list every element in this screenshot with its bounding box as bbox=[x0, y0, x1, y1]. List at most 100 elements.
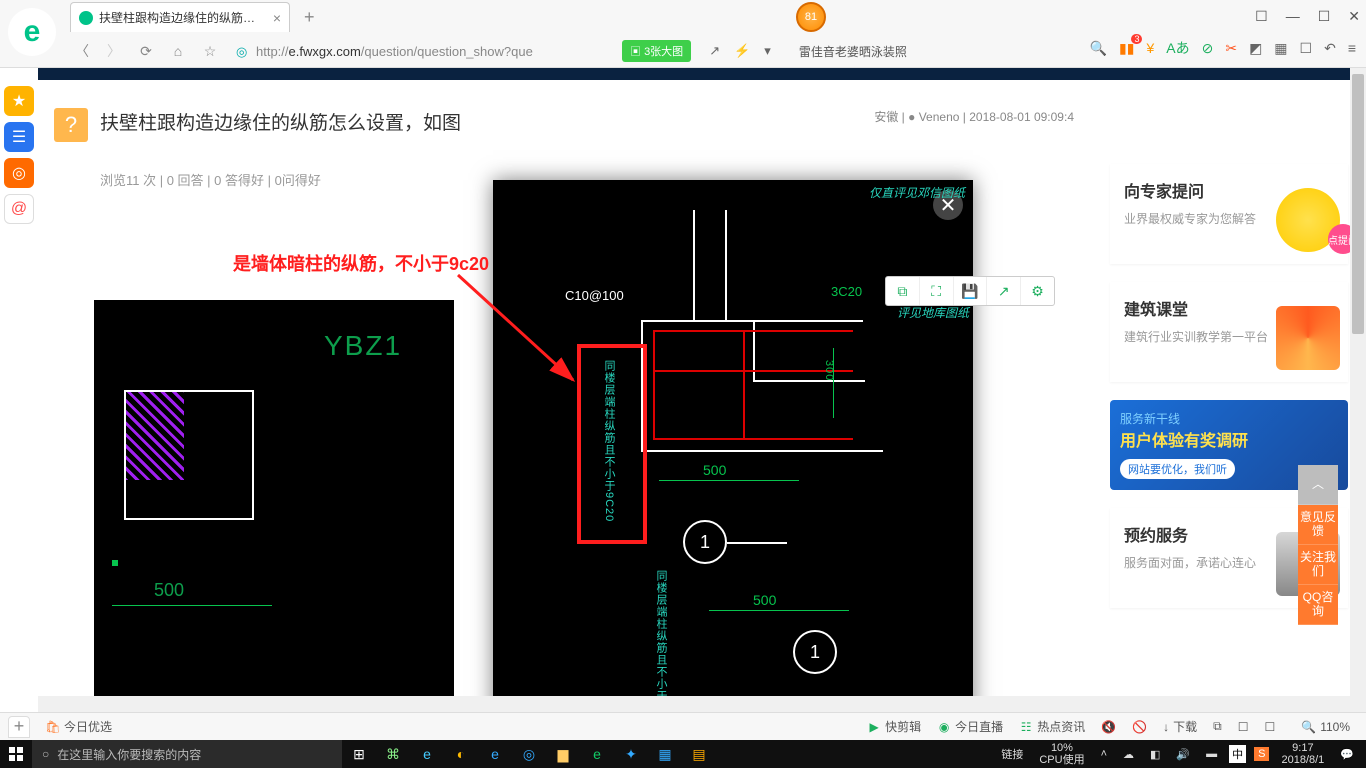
minimize-icon[interactable]: — bbox=[1286, 8, 1300, 25]
action-center-icon[interactable]: 💬 bbox=[1336, 748, 1358, 761]
reload-button[interactable]: ⟳ bbox=[134, 39, 158, 63]
browser-logo[interactable]: e bbox=[8, 8, 56, 56]
home-button[interactable]: ⌂ bbox=[166, 39, 190, 63]
lb-share-icon[interactable]: ↗ bbox=[987, 277, 1021, 305]
toolbar-right: 🔍 ▮▮ ¥ Aあ ⊘ ✂ ◩ ▦ ☐ ↶ ≡ bbox=[1090, 38, 1356, 58]
ie-icon[interactable]: e bbox=[410, 740, 444, 768]
rail-news-icon[interactable]: ☰ bbox=[4, 122, 34, 152]
app-icon[interactable]: ▦ bbox=[648, 740, 682, 768]
close-icon[interactable]: ✕ bbox=[1348, 8, 1360, 25]
tray-icon[interactable]: ☁ bbox=[1119, 748, 1138, 761]
back-button[interactable]: 〈 bbox=[70, 39, 94, 63]
cad-dim: 500 bbox=[753, 592, 776, 608]
scroll-thumb[interactable] bbox=[1352, 74, 1364, 334]
tab-close-icon[interactable]: × bbox=[273, 10, 281, 26]
app-icon[interactable]: ✦ bbox=[614, 740, 648, 768]
rail-at-icon[interactable]: @ bbox=[4, 194, 34, 224]
rail-favorites-icon[interactable]: ★ bbox=[4, 86, 34, 116]
clock[interactable]: 9:172018/8/1 bbox=[1277, 742, 1328, 766]
tray-link[interactable]: 链接 bbox=[997, 746, 1027, 762]
grid-icon[interactable]: ▦ bbox=[1274, 40, 1287, 57]
menu-icon[interactable]: ≡ bbox=[1348, 40, 1356, 56]
dropdown-icon[interactable]: ▾ bbox=[764, 43, 771, 59]
scissors-icon[interactable]: ✂ bbox=[1225, 40, 1237, 57]
network-icon[interactable]: ▬ bbox=[1202, 748, 1221, 760]
tray-up-icon[interactable]: ˄ bbox=[1097, 748, 1111, 760]
search-placeholder: 在这里输入你要搜索的内容 bbox=[57, 746, 201, 763]
maximize-icon[interactable]: ☐ bbox=[1318, 8, 1331, 25]
lb-settings-icon[interactable]: ⚙ bbox=[1021, 277, 1054, 305]
browser-chrome: e 扶壁柱跟构造边缘住的纵筋怎么设 × + 81 ☐ — ☐ ✕ 〈 〉 ⟳ ⌂… bbox=[0, 0, 1366, 68]
image-count-pill[interactable]: ▣ 3张大图 bbox=[622, 40, 691, 62]
new-tab-button[interactable]: + bbox=[298, 7, 321, 28]
cortana-icon: ○ bbox=[42, 747, 49, 761]
follow-button[interactable]: 关注我们 bbox=[1298, 545, 1338, 585]
ext-icon[interactable]: ☐ bbox=[1256, 720, 1283, 734]
address-bar[interactable]: ◎ http://e.fwxgx.com/question/question_s… bbox=[230, 38, 610, 64]
vertical-scrollbar[interactable] bbox=[1350, 68, 1366, 712]
tray-icon[interactable]: ◧ bbox=[1146, 748, 1164, 761]
edge-icon[interactable]: e bbox=[478, 740, 512, 768]
globe-icon: ◎ bbox=[236, 44, 250, 58]
share-icon[interactable]: ↗ bbox=[709, 43, 720, 59]
app-icon[interactable]: ⌘ bbox=[376, 740, 410, 768]
cpu-meter[interactable]: 10%CPU使用 bbox=[1035, 742, 1088, 766]
feedback-button[interactable]: 意见反馈 bbox=[1298, 505, 1338, 545]
download-button[interactable]: ↓ 下载 bbox=[1155, 718, 1205, 735]
reader-icon[interactable]: ☐ bbox=[1300, 40, 1313, 57]
explorer-icon[interactable]: ▆ bbox=[546, 740, 580, 768]
pin-icon[interactable]: ☐ bbox=[1255, 8, 1268, 25]
browser-tab[interactable]: 扶壁柱跟构造边缘住的纵筋怎么设 × bbox=[70, 2, 290, 32]
hot-news[interactable]: ☷热点资讯 bbox=[1011, 718, 1093, 735]
restore-icon[interactable]: ↶ bbox=[1324, 40, 1336, 57]
cad-text: C10@100 bbox=[565, 288, 624, 303]
qq-button[interactable]: QQ咨询 bbox=[1298, 585, 1338, 625]
adblock-icon[interactable]: ⊘ bbox=[1202, 40, 1214, 57]
lb-fullscreen-icon[interactable]: ⛶ bbox=[920, 277, 954, 305]
ime-icon[interactable]: 中 bbox=[1229, 745, 1246, 763]
cad-preview-left: YBZ1 500 bbox=[94, 300, 454, 712]
card-classroom[interactable]: 建筑课堂 建筑行业实训教学第一平台 bbox=[1110, 282, 1348, 382]
flash-icon[interactable]: ⚡ bbox=[734, 43, 750, 59]
app-icon[interactable]: ▤ bbox=[682, 740, 716, 768]
taskbar-search[interactable]: ○ 在这里输入你要搜索的内容 bbox=[32, 740, 342, 768]
app-icon[interactable]: ◐ bbox=[444, 740, 478, 768]
zoom-level[interactable]: 🔍 110% bbox=[1293, 720, 1358, 734]
add-panel-button[interactable]: + bbox=[8, 716, 30, 738]
live-today[interactable]: ◉今日直播 bbox=[929, 718, 1011, 735]
sidebar-icon[interactable]: ☐ bbox=[1230, 720, 1257, 734]
image-lightbox: ✕ 是墙体暗柱的纵筋，不小于9c20 仅直评见邓信图纸 评见地库图纸 C10@1… bbox=[493, 180, 973, 712]
sogou-icon[interactable]: S bbox=[1254, 747, 1269, 761]
left-rail: ★ ☰ ◎ @ bbox=[0, 68, 38, 224]
translate-icon[interactable]: Aあ bbox=[1166, 38, 1189, 58]
favorite-button[interactable]: ☆ bbox=[198, 39, 222, 63]
extension-icon[interactable]: ▮▮ bbox=[1119, 40, 1134, 57]
lightbox-toolbar: ⧉ ⛶ 💾 ↗ ⚙ bbox=[885, 276, 1055, 306]
section-marker: 1 bbox=[683, 520, 727, 564]
browser-status-bar: + 🛍今日优选 ▶快剪辑 ◉今日直播 ☷热点资讯 🔇 🚫 ↓ 下载 ⧉ ☐ ☐ … bbox=[0, 712, 1366, 740]
pip-icon[interactable]: ⧉ bbox=[1205, 719, 1230, 734]
mute-icon[interactable]: 🔇 bbox=[1093, 720, 1124, 734]
block-icon[interactable]: 🚫 bbox=[1124, 720, 1155, 734]
forward-button[interactable]: 〉 bbox=[102, 39, 126, 63]
taskview-icon[interactable]: ⊞ bbox=[342, 740, 376, 768]
search-icon[interactable]: 🔍 bbox=[1090, 40, 1107, 57]
rail-weibo-icon[interactable]: ◎ bbox=[4, 158, 34, 188]
quick-clip[interactable]: ▶快剪辑 bbox=[859, 718, 929, 735]
today-picks[interactable]: 🛍今日优选 bbox=[38, 718, 120, 735]
wallet-icon[interactable]: ¥ bbox=[1146, 40, 1154, 56]
start-button[interactable] bbox=[0, 740, 32, 768]
notification-badge[interactable]: 81 bbox=[796, 2, 826, 32]
system-tray: 链接 10%CPU使用 ˄ ☁ ◧ 🔊 ▬ 中 S 9:172018/8/1 💬 bbox=[997, 742, 1366, 766]
url-text: http://e.fwxgx.com/question/question_sho… bbox=[256, 44, 533, 59]
card-ask-expert[interactable]: 向专家提问 业界最权威专家为您解答 点提问 bbox=[1110, 164, 1348, 264]
horizontal-scrollbar[interactable] bbox=[38, 696, 1350, 712]
browser-app-icon[interactable]: e bbox=[580, 740, 614, 768]
screenshot-icon[interactable]: ◩ bbox=[1249, 40, 1262, 57]
lb-copy-icon[interactable]: ⧉ bbox=[886, 277, 920, 305]
app-icon[interactable]: ◎ bbox=[512, 740, 546, 768]
search-suggestion[interactable]: 雷佳音老婆晒泳装照 bbox=[799, 43, 939, 60]
scroll-top-button[interactable]: ︿ bbox=[1298, 465, 1338, 505]
lb-save-icon[interactable]: 💾 bbox=[954, 277, 988, 305]
volume-icon[interactable]: 🔊 bbox=[1172, 748, 1194, 761]
